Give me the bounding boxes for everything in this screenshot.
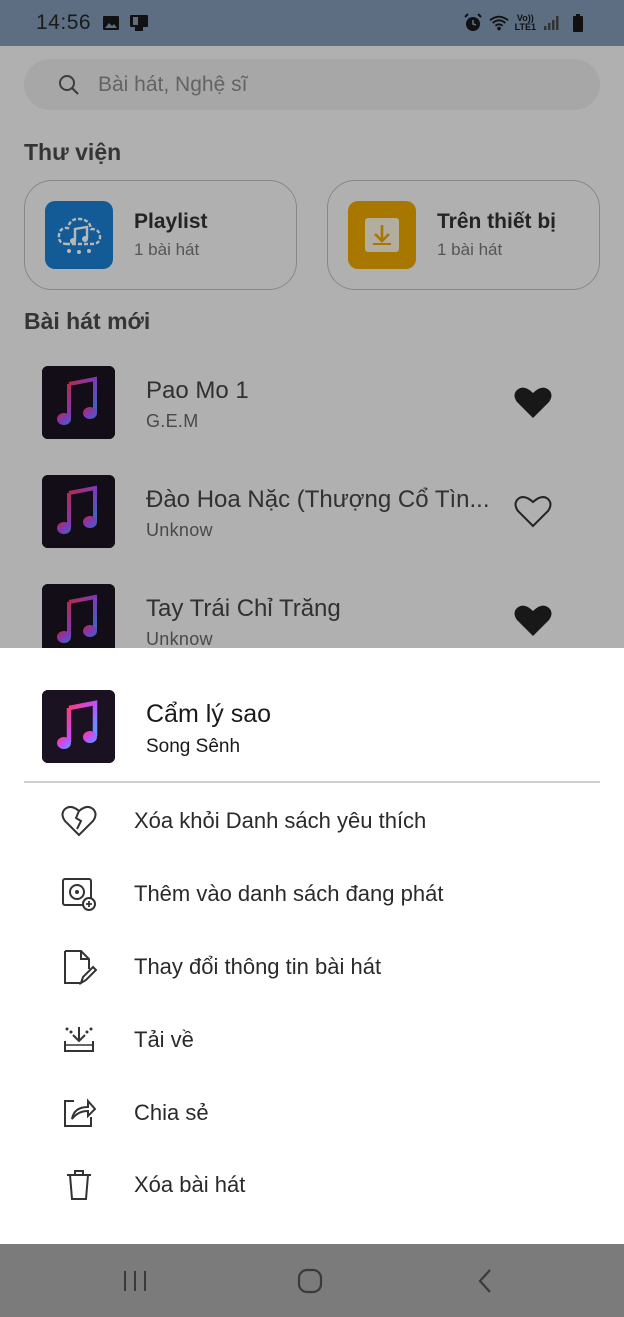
home-icon[interactable] xyxy=(280,1264,340,1298)
volte-lte-icon: Vo)) LTE1 xyxy=(514,13,536,32)
menu-label: Chia sẻ xyxy=(134,1100,209,1125)
add-to-queue-icon xyxy=(60,875,98,913)
sheet-song-title: Cẩm lý sao xyxy=(146,700,272,728)
music-note-icon xyxy=(42,690,115,763)
image-icon xyxy=(101,14,121,32)
song-options-sheet: Cẩm lý sao Song Sênh Xóa khỏi Danh sách … xyxy=(0,648,624,1244)
status-time: 14:56 xyxy=(36,11,92,34)
wifi-icon xyxy=(488,14,509,32)
notification-icon xyxy=(129,14,149,32)
back-icon[interactable] xyxy=(455,1264,515,1298)
share-button[interactable]: Chia sẻ xyxy=(0,1077,624,1149)
share-icon xyxy=(60,1094,98,1132)
menu-label: Xóa bài hát xyxy=(134,1172,246,1197)
system-nav-bar xyxy=(0,1244,624,1317)
recent-apps-icon[interactable] xyxy=(105,1264,165,1298)
download-tray-icon xyxy=(60,1021,98,1059)
trash-icon xyxy=(60,1166,98,1204)
download-button[interactable]: Tải về xyxy=(0,1004,624,1076)
edit-file-icon xyxy=(60,948,98,986)
remove-from-favorites-button[interactable]: Xóa khỏi Danh sách yêu thích xyxy=(0,785,624,857)
battery-icon xyxy=(568,14,588,32)
modal-scrim[interactable] xyxy=(0,46,624,648)
broken-heart-icon xyxy=(60,802,98,840)
alarm-icon xyxy=(463,13,483,32)
edit-song-info-button[interactable]: Thay đổi thông tin bài hát xyxy=(0,931,624,1003)
menu-label: Thay đổi thông tin bài hát xyxy=(134,954,382,979)
divider xyxy=(24,781,600,783)
menu-label: Thêm vào danh sách đang phát xyxy=(134,881,444,906)
menu-label: Xóa khỏi Danh sách yêu thích xyxy=(134,808,427,833)
signal-icon xyxy=(542,14,562,32)
add-to-queue-button[interactable]: Thêm vào danh sách đang phát xyxy=(0,858,624,930)
status-bar: 14:56 Vo)) LTE1 xyxy=(0,0,624,46)
delete-song-button[interactable]: Xóa bài hát xyxy=(0,1149,624,1221)
menu-label: Tải về xyxy=(134,1027,194,1052)
sheet-song-artist: Song Sênh xyxy=(146,736,241,757)
